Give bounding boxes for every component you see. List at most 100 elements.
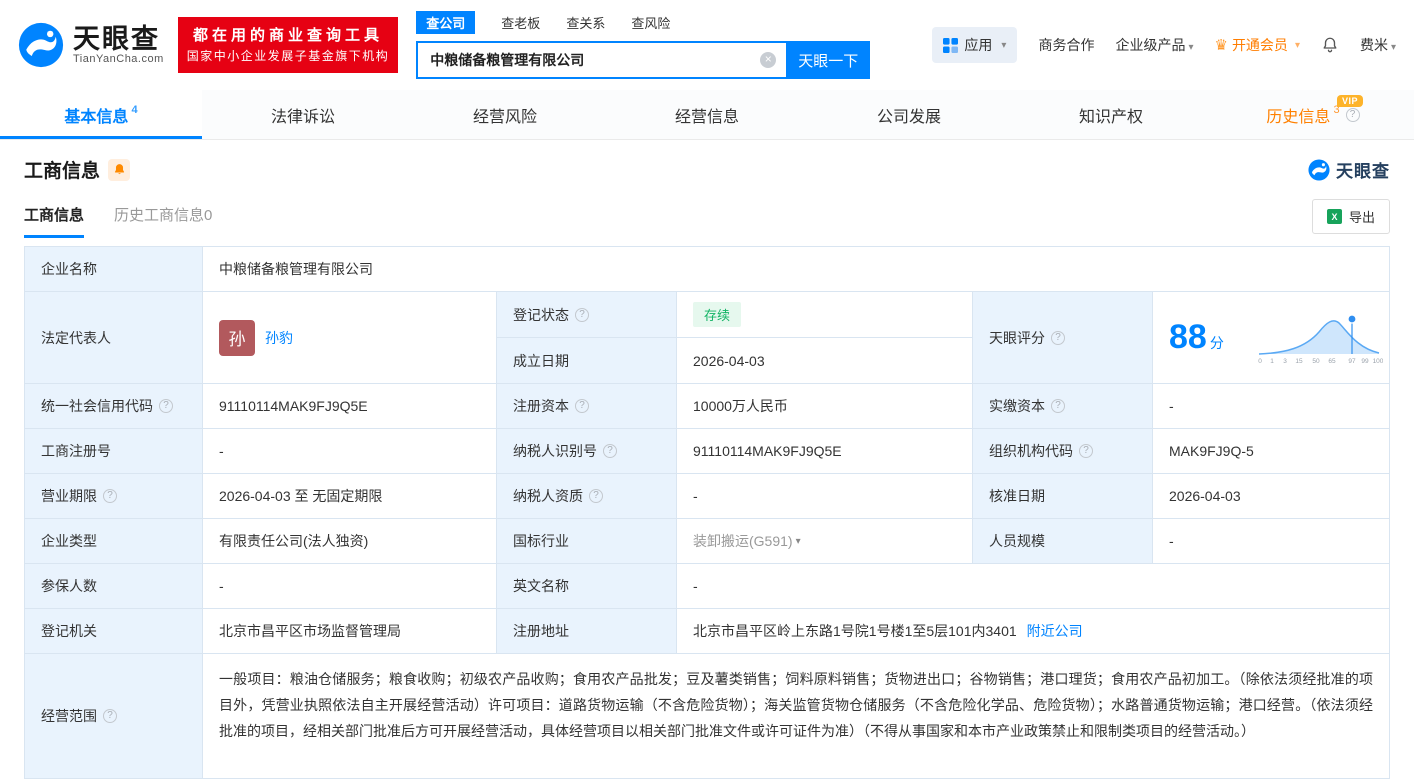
company-search-input[interactable] [416,41,787,79]
nav-tab-intellectual-property[interactable]: 知识产权 [1010,90,1212,139]
section-subtabs: 工商信息 历史工商信息0 X 导出 [24,199,1390,238]
nav-tab-basic-info[interactable]: 基本信息 4 [0,90,202,139]
nav-tab-label: 法律诉讼 [270,108,335,126]
nav-tab-company-development[interactable]: 公司发展 [808,90,1010,139]
reg-address-value: 北京市昌平区岭上东路1号院1号楼1至5层101内3401 附近公司 [677,609,1389,653]
legal-rep-avatar[interactable]: 孙 [219,319,255,356]
field-value: 有限责任公司(法人独资) [219,533,369,549]
chevron-down-icon: ▾ [1294,39,1300,51]
help-icon[interactable]: ? [1345,107,1360,122]
field-label: 英文名称 [513,578,569,594]
chevron-down-icon: ▾ [1188,42,1194,53]
nav-tab-label: 经营信息 [674,108,739,126]
table-row: 法定代表人 孙 孙豹 登记状态? 存续 成立日期 2026-04-03 天眼评分… [25,292,1389,384]
search-button[interactable]: 天眼一下 [786,41,871,79]
field-label: 企业类型 [41,533,97,549]
field-label: 核准日期 [989,488,1045,504]
menu-business-cooperation[interactable]: 商务合作 [1038,35,1094,55]
english-name-label: 英文名称 [497,564,677,608]
score-distribution-chart: 0 1 3 15 50 65 97 99 100 [1258,313,1383,365]
company-name-value: 中粮储备粮管理有限公司 [203,247,1389,291]
content-area: 工商信息 天眼查 工商信息 历史工商信息0 X 导出 企业名称 中粮储备粮管理有… [0,156,1414,779]
search-tab-risk[interactable]: 查风险 [631,13,670,32]
industry-expand-icon[interactable]: ▾ [796,536,801,547]
nav-tab-legal-proceedings[interactable]: 法律诉讼 [202,90,404,139]
legal-rep-link[interactable]: 孙豹 [265,328,293,348]
chevron-down-icon: ▾ [1001,39,1007,51]
tianyancha-logo-icon [18,22,64,68]
nearby-companies-link[interactable]: 附近公司 [1027,621,1083,641]
legal-rep-value: 孙 孙豹 [203,292,497,383]
field-label: 组织机构代码 [989,443,1073,459]
menu-enterprise-products[interactable]: 企业级产品 ▾ [1115,35,1193,55]
industry-label: 国标行业 [497,519,677,563]
help-icon[interactable]: ? [1051,399,1065,413]
taxpayer-id-value: 91110114MAK9FJ9Q5E [677,429,973,473]
reg-address-label: 注册地址 [497,609,677,653]
main-nav: 基本信息 4 法律诉讼 经营风险 经营信息 公司发展 知识产权 历史信息 3 ?… [0,90,1414,140]
tianyancha-logo[interactable]: 天眼查 TianYanCha.com [18,22,164,68]
field-value: - [693,578,698,594]
table-row: 统一社会信用代码? 91110114MAK9FJ9Q5E 注册资本? 10000… [25,384,1389,429]
search-tab-boss[interactable]: 查老板 [501,13,540,32]
help-icon[interactable]: ? [103,709,117,723]
apps-menu[interactable]: 应用 ▾ [932,27,1018,63]
table-row: 企业类型 有限责任公司(法人独资) 国标行业 装卸搬运(G591) ▾ 人员规模 … [25,519,1389,564]
user-menu[interactable]: 费米 ▾ [1360,35,1396,55]
promo-banner: 都在用的商业查询工具 国家中小企业发展子基金旗下机构 [177,17,399,73]
credit-code-value: 91110114MAK9FJ9Q5E [203,384,497,428]
help-icon[interactable]: ? [575,399,589,413]
help-icon[interactable]: ? [1051,330,1065,345]
crown-icon: ♛ [1214,37,1228,54]
notification-bell-icon[interactable] [1321,36,1339,54]
field-label: 企业名称 [41,261,97,277]
table-subrow: 登记状态? 存续 [497,292,973,338]
vip-badge: VIP [1337,95,1364,107]
field-label: 登记状态 [513,306,569,323]
field-value: 10000万人民币 [693,398,788,414]
field-label: 工商注册号 [41,443,111,459]
field-value: 2026-04-03 [693,352,765,369]
subtab-history-business-info[interactable]: 历史工商信息0 [114,204,212,238]
company-type-label: 企业类型 [25,519,203,563]
field-label: 纳税人资质 [513,488,583,504]
nav-tab-operating-risk[interactable]: 经营风险 [404,90,606,139]
score-number: 88 分 [1169,318,1224,357]
table-row: 参保人数 - 英文名称 - [25,564,1389,609]
field-label: 天眼评分 [989,329,1045,346]
staff-size-value: - [1153,519,1389,563]
export-button[interactable]: X 导出 [1311,199,1390,234]
nav-tab-history-info[interactable]: 历史信息 3 ? VIP [1212,90,1414,139]
help-icon[interactable]: ? [575,307,589,322]
business-term-value: 2026-04-03 至 无固定期限 [203,474,497,518]
field-label: 实缴资本 [989,398,1045,414]
help-icon[interactable]: ? [1079,444,1093,458]
help-icon[interactable]: ? [589,489,603,503]
business-info-table: 企业名称 中粮储备粮管理有限公司 法定代表人 孙 孙豹 登记状态? 存续 成立日… [24,246,1390,779]
nav-tab-business-info[interactable]: 经营信息 [606,90,808,139]
field-value: - [219,578,224,594]
help-icon[interactable]: ? [159,399,173,413]
search-tab-relation[interactable]: 查关系 [566,13,605,32]
open-vip-label: 开通会员 [1231,37,1288,53]
help-icon[interactable]: ? [103,489,117,503]
search-tab-company[interactable]: 查公司 [416,11,476,34]
subscribe-bell-icon[interactable] [108,158,131,181]
score-value: 88 [1169,318,1207,356]
open-vip-link[interactable]: ♛ 开通会员 ▾ [1214,35,1299,55]
field-value: 91110114MAK9FJ9Q5E [219,398,368,414]
nav-tab-label: 公司发展 [876,108,941,126]
insured-count-value: - [203,564,497,608]
subtab-business-info[interactable]: 工商信息 [24,204,85,238]
help-icon[interactable]: ? [603,444,617,458]
chevron-down-icon: ▾ [1390,42,1396,53]
field-value: 2026-04-03 至 无固定期限 [219,488,383,504]
credit-code-label: 统一社会信用代码? [25,384,203,428]
tianyancha-logo-icon [1308,159,1330,181]
brand-domain: TianYanCha.com [73,53,164,66]
promo-banner-line2: 国家中小企业发展子基金旗下机构 [186,49,390,64]
field-label: 营业期限 [41,488,97,504]
company-name-label: 企业名称 [25,247,203,291]
field-label: 成立日期 [513,352,569,369]
svg-text:0: 0 [1258,358,1262,365]
